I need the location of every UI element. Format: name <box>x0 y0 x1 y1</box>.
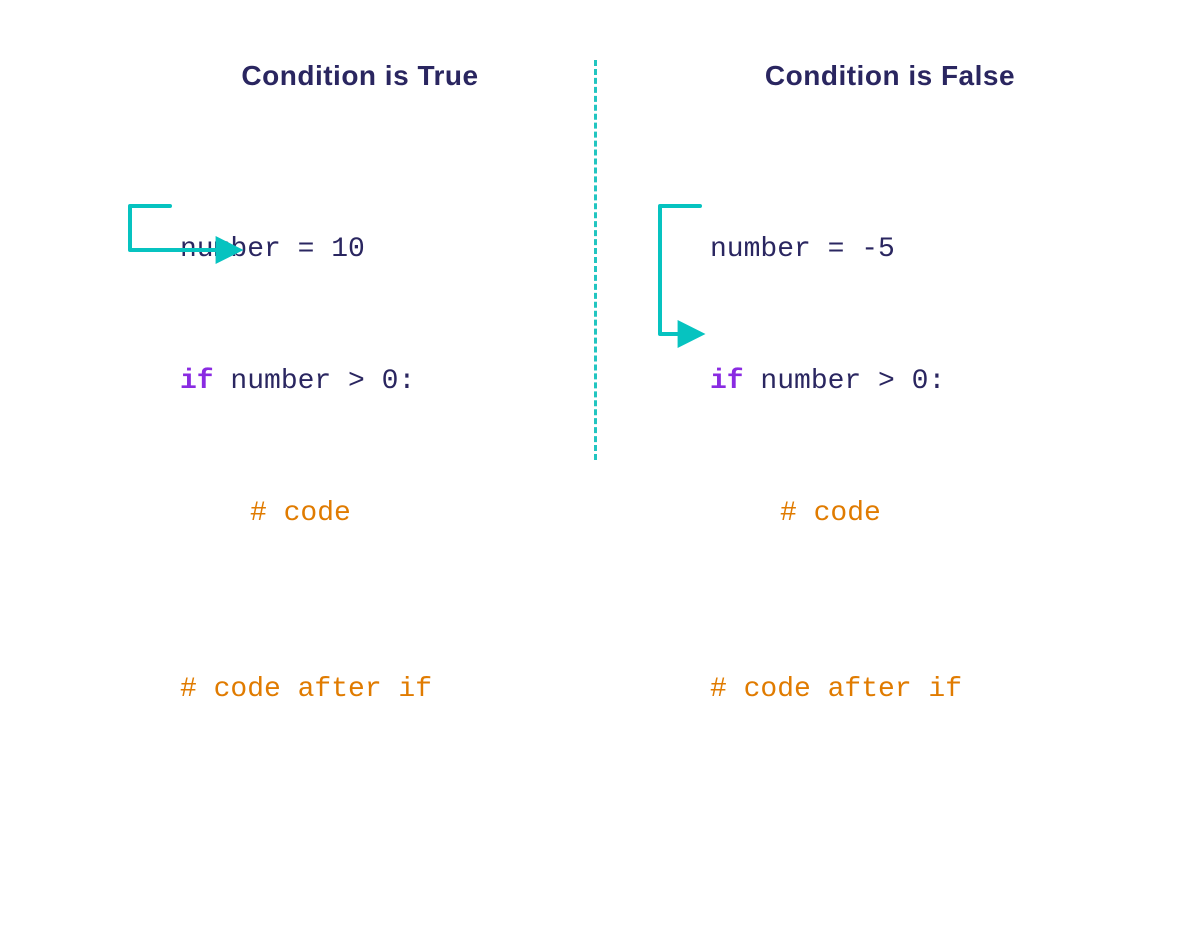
flow-arrow-true <box>110 140 310 340</box>
heading-false: Condition is False <box>640 60 1140 92</box>
code-block-true: number = 10 if number > 0: # code # code… <box>110 140 610 932</box>
diagram-stage: Condition is True number = 10 if number … <box>0 0 1200 517</box>
code-line-after: # code after if <box>110 668 610 712</box>
code-line-body: # code <box>110 492 610 536</box>
panel-condition-true: Condition is True number = 10 if number … <box>110 60 610 932</box>
code-line-body: # code <box>640 492 1140 536</box>
flow-arrow-false <box>640 140 840 400</box>
code-line-if: if number > 0: <box>110 360 610 404</box>
code-block-false: number = -5 if number > 0: # code # code… <box>640 140 1140 932</box>
heading-true: Condition is True <box>110 60 610 92</box>
code-line-after: # code after if <box>640 668 1140 712</box>
panel-condition-false: Condition is False number = -5 if number… <box>640 60 1140 932</box>
